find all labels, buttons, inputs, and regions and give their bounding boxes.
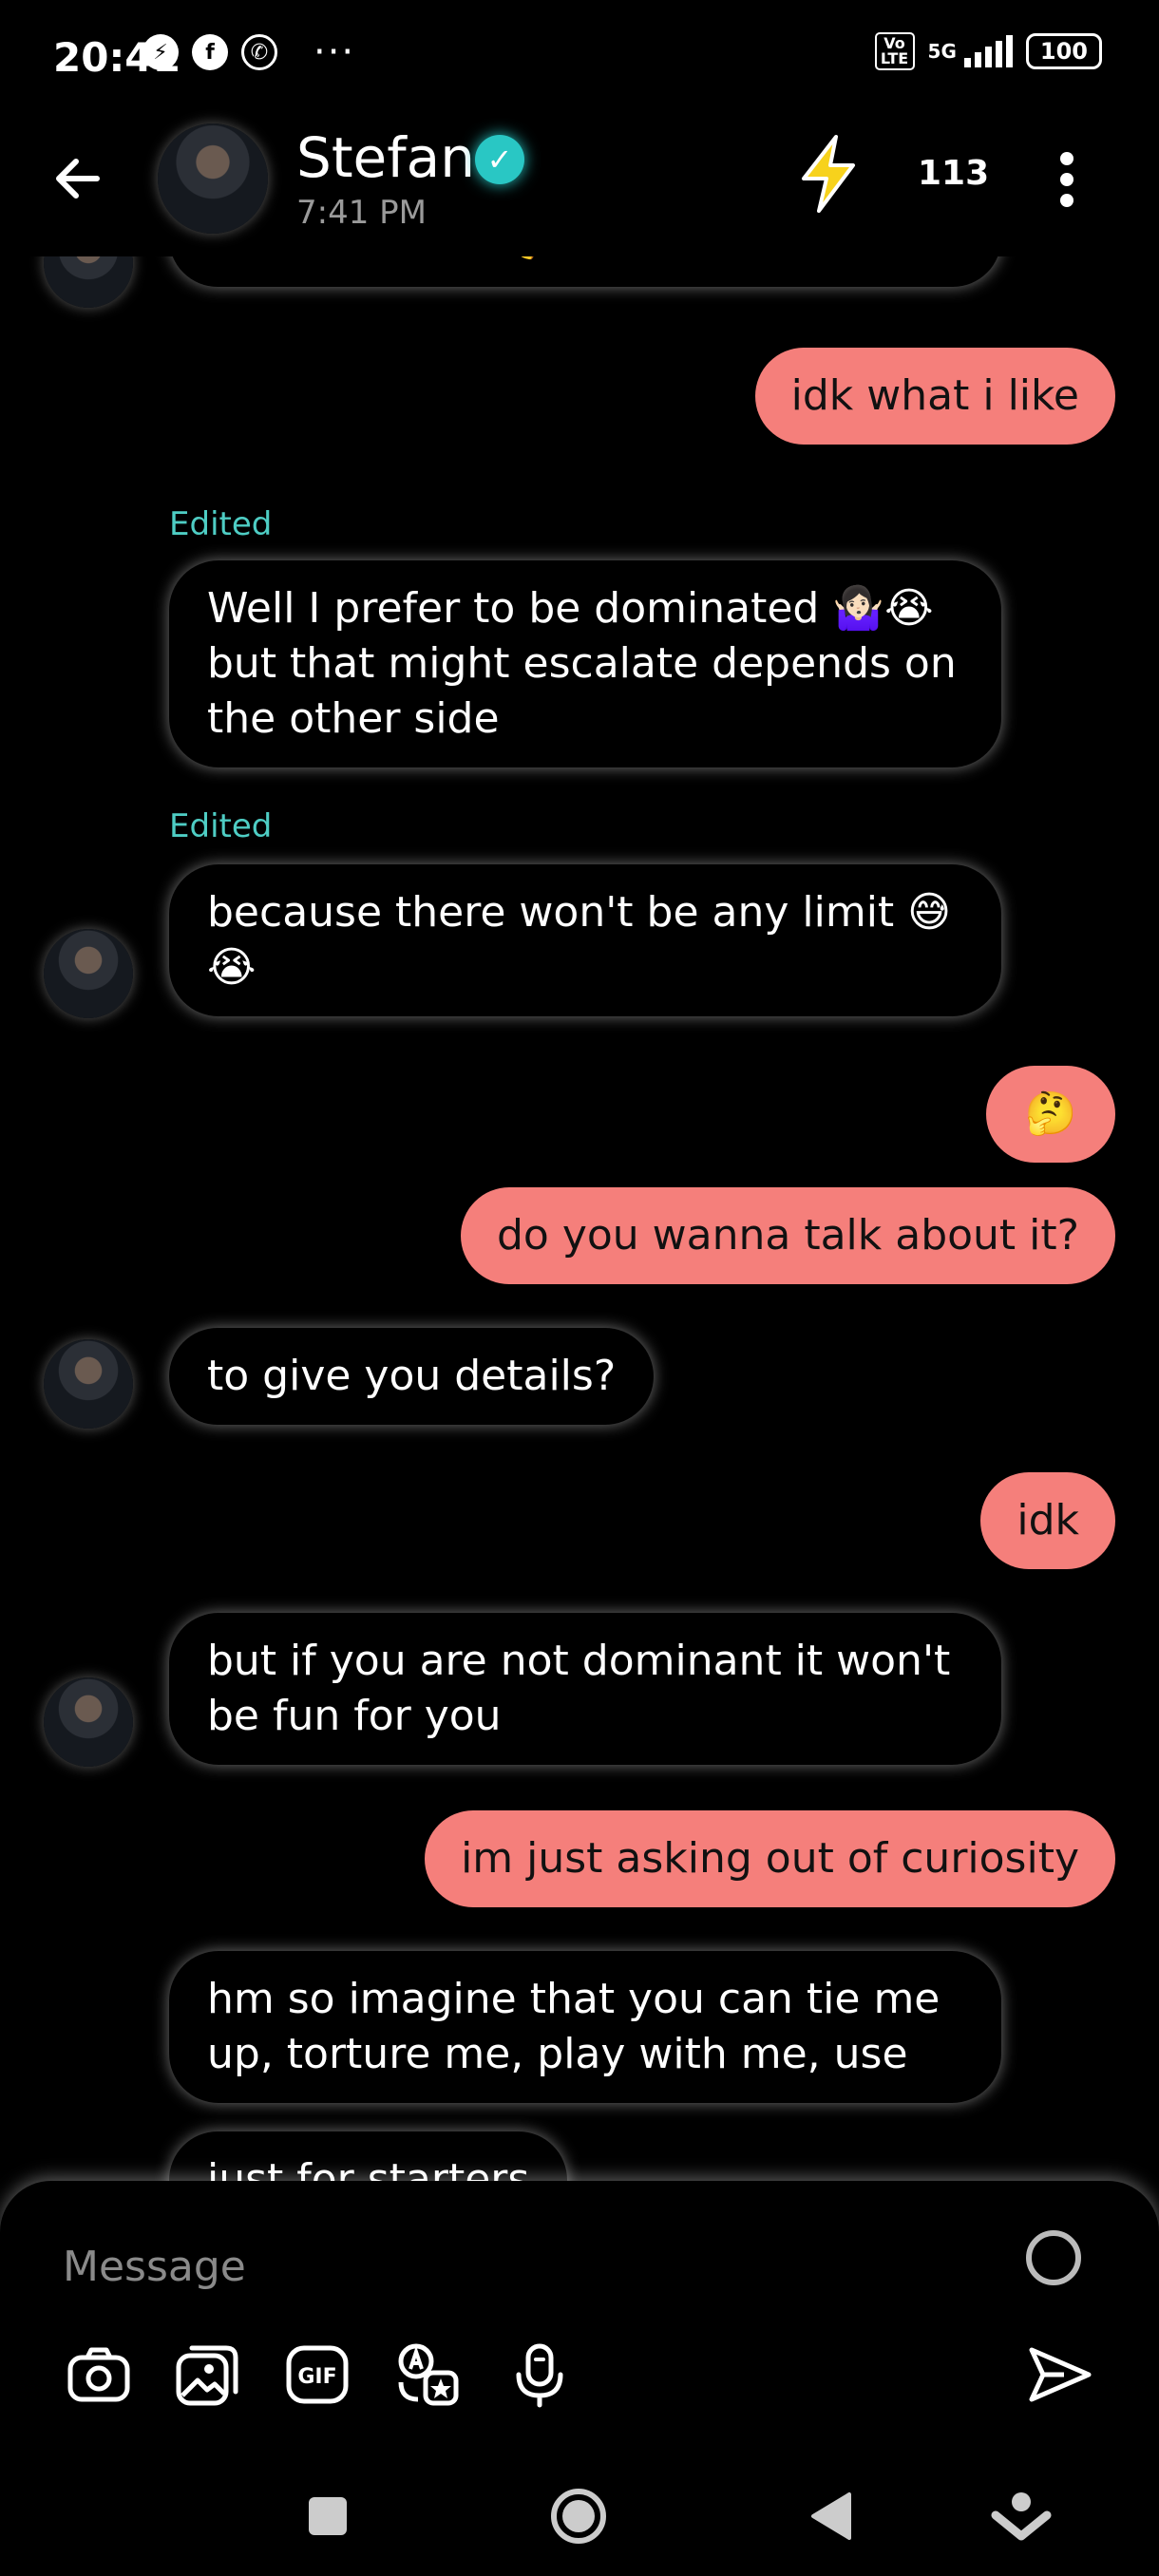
outgoing-message[interactable]: 🤔 bbox=[986, 1066, 1115, 1163]
incoming-message[interactable]: to give you details? bbox=[169, 1328, 655, 1425]
lightning-bolt-icon[interactable] bbox=[790, 133, 866, 215]
emoji-circle-button[interactable] bbox=[1026, 2230, 1081, 2285]
volte-icon: Vo LTE bbox=[874, 32, 915, 70]
facebook-icon: f bbox=[192, 34, 228, 70]
back-arrow-icon[interactable] bbox=[49, 150, 106, 207]
message-composer: GIF bbox=[0, 2181, 1159, 2456]
incoming-message[interactable]: just for starters bbox=[169, 2131, 568, 2185]
system-navigation-bar bbox=[0, 2456, 1159, 2576]
incoming-message[interactable]: Well I prefer to be dominated 🤷🏻‍♀️😭 but… bbox=[169, 560, 1001, 767]
sticker-icon[interactable] bbox=[393, 2340, 462, 2409]
status-bar: 20:41 ⚡ f ✆ ··· Vo LTE 5G 100 bbox=[0, 0, 1159, 114]
sender-avatar bbox=[44, 256, 133, 308]
verified-badge-icon: ✓ bbox=[475, 135, 524, 184]
gif-icon[interactable]: GIF bbox=[283, 2340, 352, 2409]
incoming-message[interactable]: but if you are not dominant it won't be … bbox=[169, 1613, 1001, 1765]
back-triangle-icon[interactable] bbox=[800, 2483, 866, 2549]
sender-avatar bbox=[44, 1339, 133, 1429]
sender-avatar bbox=[44, 929, 133, 1018]
incoming-message[interactable]: be dominated 🤌 bbox=[169, 256, 1001, 287]
outgoing-message[interactable]: do you wanna talk about it? bbox=[460, 1187, 1115, 1284]
more-options-icon[interactable] bbox=[1053, 152, 1081, 209]
gif-label: GIF bbox=[297, 2365, 336, 2389]
streak-count: 113 bbox=[918, 154, 990, 193]
send-icon[interactable] bbox=[1026, 2340, 1094, 2409]
edited-label: Edited bbox=[169, 807, 273, 845]
message-input[interactable] bbox=[61, 2232, 920, 2301]
gallery-icon[interactable] bbox=[173, 2340, 241, 2409]
camera-icon[interactable] bbox=[65, 2340, 133, 2409]
last-seen-time: 7:41 PM bbox=[296, 194, 427, 232]
chat-header: Stefan ✓ 7:41 PM 113 bbox=[0, 114, 1159, 256]
message-list[interactable]: be dominated 🤌 idk what i like Edited We… bbox=[0, 256, 1159, 2185]
incoming-message[interactable]: hm so imagine that you can tie me up, to… bbox=[169, 1951, 1001, 2103]
keyboard-hide-icon[interactable] bbox=[988, 2483, 1054, 2549]
network-type: 5G bbox=[927, 40, 957, 63]
signal-icon bbox=[963, 35, 1013, 67]
messenger-icon: ⚡ bbox=[142, 34, 179, 70]
more-notifications-icon: ··· bbox=[314, 30, 356, 74]
viber-icon: ✆ bbox=[241, 34, 277, 70]
incoming-message[interactable]: because there won't be any limit 😅😭 bbox=[169, 864, 1001, 1016]
contact-avatar[interactable] bbox=[158, 123, 268, 234]
home-icon[interactable] bbox=[545, 2483, 612, 2549]
edited-label: Edited bbox=[169, 505, 273, 543]
outgoing-message[interactable]: idk bbox=[980, 1472, 1115, 1569]
battery-indicator: 100 bbox=[1025, 33, 1102, 69]
outgoing-message[interactable]: im just asking out of curiosity bbox=[425, 1810, 1115, 1907]
recent-apps-icon[interactable] bbox=[294, 2483, 361, 2549]
microphone-icon[interactable] bbox=[505, 2340, 574, 2409]
sender-avatar bbox=[44, 1677, 133, 1767]
contact-name[interactable]: Stefan bbox=[296, 125, 475, 190]
outgoing-message[interactable]: idk what i like bbox=[754, 348, 1115, 445]
